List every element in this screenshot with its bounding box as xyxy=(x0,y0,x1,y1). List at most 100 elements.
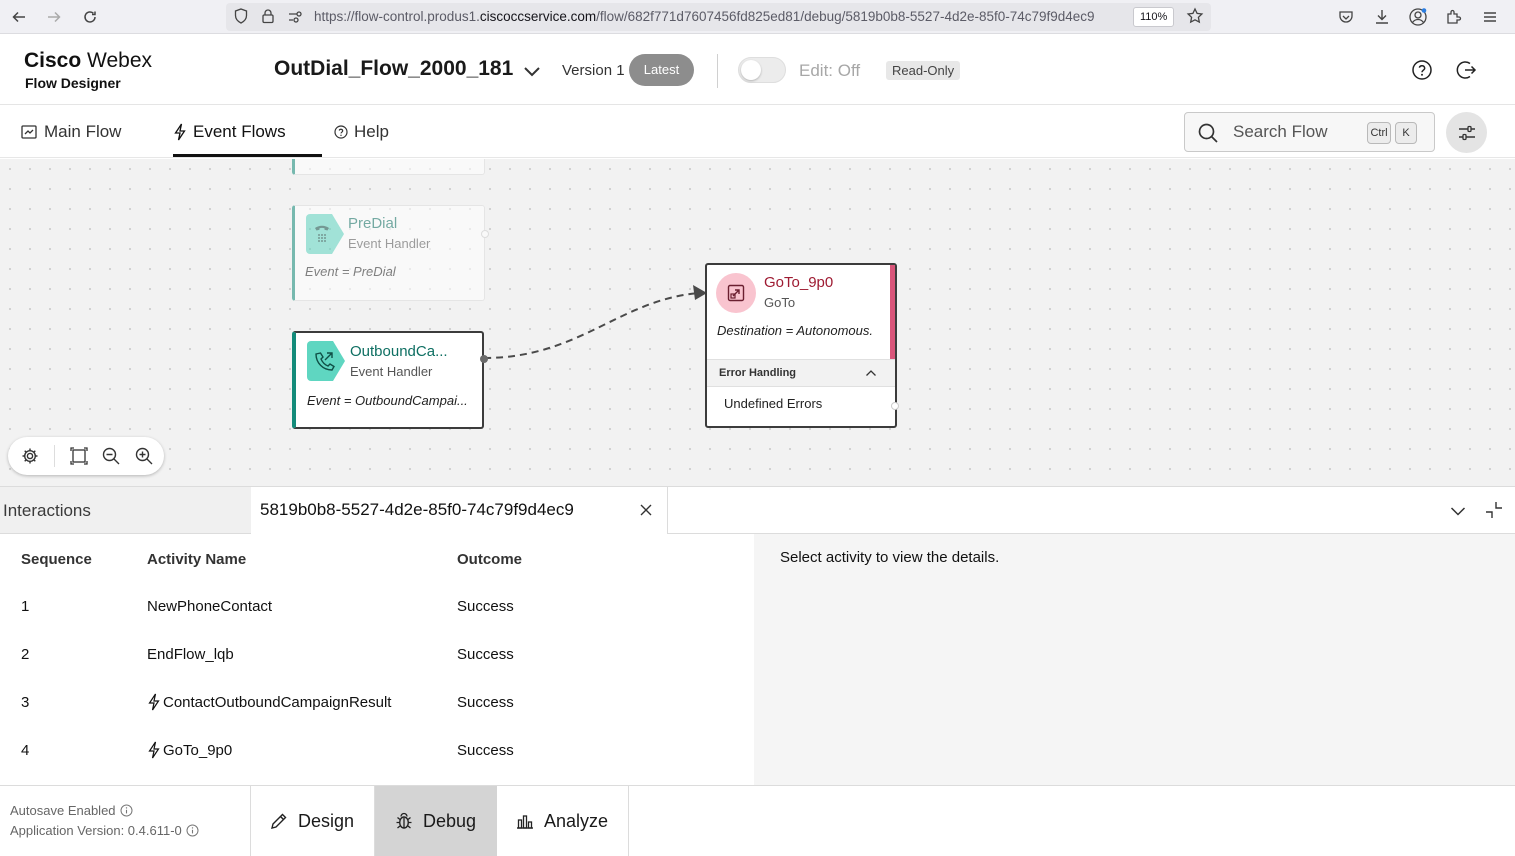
chevron-up-icon[interactable] xyxy=(865,368,877,378)
session-tab[interactable]: 5819b0b8-5527-4d2e-85f0-74c79f9d4ec9 xyxy=(251,487,668,534)
bookmark-star-icon[interactable] xyxy=(1186,7,1204,25)
outbound-call-icon xyxy=(305,341,347,381)
extensions-icon[interactable] xyxy=(1443,6,1465,28)
search-icon xyxy=(1197,122,1219,144)
sliders-icon xyxy=(1457,123,1477,143)
toolbar-divider xyxy=(54,445,55,467)
flow-canvas[interactable]: PreDial Event Handler Event = PreDial Ou… xyxy=(0,159,1515,486)
panel-tab-strip xyxy=(668,487,1515,534)
help-circle-icon xyxy=(334,125,348,139)
node-subtitle: GoTo xyxy=(764,295,796,310)
search-flow-input[interactable]: Search Flow Ctrl K xyxy=(1184,112,1435,152)
lock-icon[interactable] xyxy=(259,7,277,25)
debug-mode-button[interactable]: Debug xyxy=(375,786,497,856)
goto-icon xyxy=(716,273,756,313)
flow-tabs: Main Flow Event Flows Help Search Flow C… xyxy=(0,106,1515,158)
info-icon[interactable] xyxy=(186,824,199,837)
chevron-down-icon[interactable] xyxy=(522,61,542,81)
table-row[interactable]: 1 NewPhoneContact Success xyxy=(0,582,754,630)
lightning-icon xyxy=(147,741,161,759)
reload-icon[interactable] xyxy=(79,6,101,28)
phone-keypad-icon xyxy=(304,214,346,254)
table-row[interactable]: 3 ContactOutboundCampaignResult Success xyxy=(0,678,754,726)
url-text[interactable]: https://flow-control.produs1.ciscoccserv… xyxy=(314,9,1132,24)
flow-settings-button[interactable] xyxy=(1446,112,1487,153)
app-header: Cisco Webex Flow Designer OutDial_Flow_2… xyxy=(0,35,1515,105)
column-header-outcome: Outcome xyxy=(457,551,523,568)
design-mode-button[interactable]: Design xyxy=(251,786,375,856)
goto-accent-bar xyxy=(890,265,895,362)
help-circle-icon[interactable] xyxy=(1411,59,1433,81)
output-port[interactable] xyxy=(481,230,489,238)
minimize-icon[interactable] xyxy=(1485,501,1503,519)
table-row[interactable]: 2 EndFlow_lqb Success xyxy=(0,630,754,678)
node-expression: Event = PreDial xyxy=(305,264,396,279)
permissions-icon[interactable] xyxy=(286,8,304,26)
activity-detail-pane: Select activity to view the details. xyxy=(754,534,1515,786)
analyze-mode-button[interactable]: Analyze xyxy=(497,786,629,856)
download-icon[interactable] xyxy=(1371,6,1393,28)
lightning-icon xyxy=(173,123,187,141)
shield-icon[interactable] xyxy=(232,7,250,25)
zoom-level-badge[interactable]: 110% xyxy=(1133,7,1175,27)
canvas-zoom-toolbar xyxy=(8,437,164,475)
tab-help[interactable]: Help xyxy=(334,106,389,158)
predial-node[interactable]: PreDial Event Handler Event = PreDial xyxy=(292,205,489,301)
active-tab-indicator xyxy=(173,154,322,157)
collapse-chevron-icon[interactable] xyxy=(1449,502,1467,520)
back-arrow-icon[interactable] xyxy=(8,6,30,28)
footer-bar: Autosave Enabled Application Version: 0.… xyxy=(0,785,1515,856)
info-icon[interactable] xyxy=(120,804,133,817)
lightning-icon xyxy=(147,693,161,711)
interactions-tab[interactable]: Interactions xyxy=(0,487,251,534)
bar-chart-icon xyxy=(515,811,535,831)
browser-toolbar: https://flow-control.produs1.ciscoccserv… xyxy=(0,0,1515,34)
column-header-sequence: Sequence xyxy=(21,551,92,568)
table-row[interactable]: 4 GoTo_9p0 Success xyxy=(0,726,754,774)
zoom-out-icon[interactable] xyxy=(101,446,121,466)
node-subtitle: Event Handler xyxy=(350,364,433,379)
read-only-badge: Read-Only xyxy=(886,61,961,80)
address-bar[interactable]: https://flow-control.produs1.ciscoccserv… xyxy=(226,3,1211,31)
account-icon[interactable] xyxy=(1407,6,1429,28)
autosave-status: Autosave Enabled xyxy=(10,803,133,818)
search-placeholder: Search Flow xyxy=(1233,122,1328,141)
tab-main-flow[interactable]: Main Flow xyxy=(20,106,121,158)
outbound-campaign-node[interactable]: OutboundCa... Event Handler Event = Outb… xyxy=(292,331,488,429)
node-subtitle: Event Handler xyxy=(348,236,431,251)
bug-icon xyxy=(394,811,414,831)
gear-icon[interactable] xyxy=(20,446,40,466)
latest-badge[interactable]: Latest xyxy=(629,54,694,86)
tab-event-flows[interactable]: Event Flows xyxy=(173,106,286,158)
activity-table: Sequence Activity Name Outcome 1 NewPhon… xyxy=(0,534,754,786)
edit-status-label: Edit: Off xyxy=(799,61,861,80)
session-id-label: 5819b0b8-5527-4d2e-85f0-74c79f9d4ec9 xyxy=(260,500,574,519)
close-icon[interactable] xyxy=(639,503,653,517)
node-title: OutboundCa... xyxy=(350,343,448,360)
output-port[interactable] xyxy=(480,355,488,363)
sign-out-icon[interactable] xyxy=(1456,59,1478,81)
shortcut-key-ctrl: Ctrl xyxy=(1367,122,1391,144)
header-divider xyxy=(717,54,718,88)
edit-toggle[interactable] xyxy=(738,57,786,83)
error-handling-header[interactable]: Error Handling xyxy=(707,359,895,387)
interactions-label: Interactions xyxy=(3,501,91,520)
menu-hamburger-icon[interactable] xyxy=(1479,6,1501,28)
column-header-activity: Activity Name xyxy=(147,551,247,568)
error-output-port[interactable] xyxy=(891,402,899,410)
debug-panel: Interactions 5819b0b8-5527-4d2e-85f0-74c… xyxy=(0,486,1515,786)
pencil-icon xyxy=(269,811,289,831)
flow-name[interactable]: OutDial_Flow_2000_181 xyxy=(274,57,513,81)
fit-to-screen-icon[interactable] xyxy=(69,446,89,466)
forward-arrow-icon[interactable] xyxy=(43,6,65,28)
pocket-icon[interactable] xyxy=(1335,6,1357,28)
zoom-in-icon[interactable] xyxy=(134,446,154,466)
detail-placeholder: Select activity to view the details. xyxy=(780,549,1000,566)
version-label: Version 1 xyxy=(562,62,625,79)
shortcut-key-k: K xyxy=(1395,122,1417,144)
goto-node[interactable]: GoTo_9p0 GoTo Destination = Autonomous. … xyxy=(705,263,899,428)
flow-icon xyxy=(20,123,38,141)
application-version: Application Version: 0.4.611-0 xyxy=(10,823,199,838)
brand-subtitle: Flow Designer xyxy=(25,75,121,91)
event-handler-node-top[interactable] xyxy=(292,159,485,175)
